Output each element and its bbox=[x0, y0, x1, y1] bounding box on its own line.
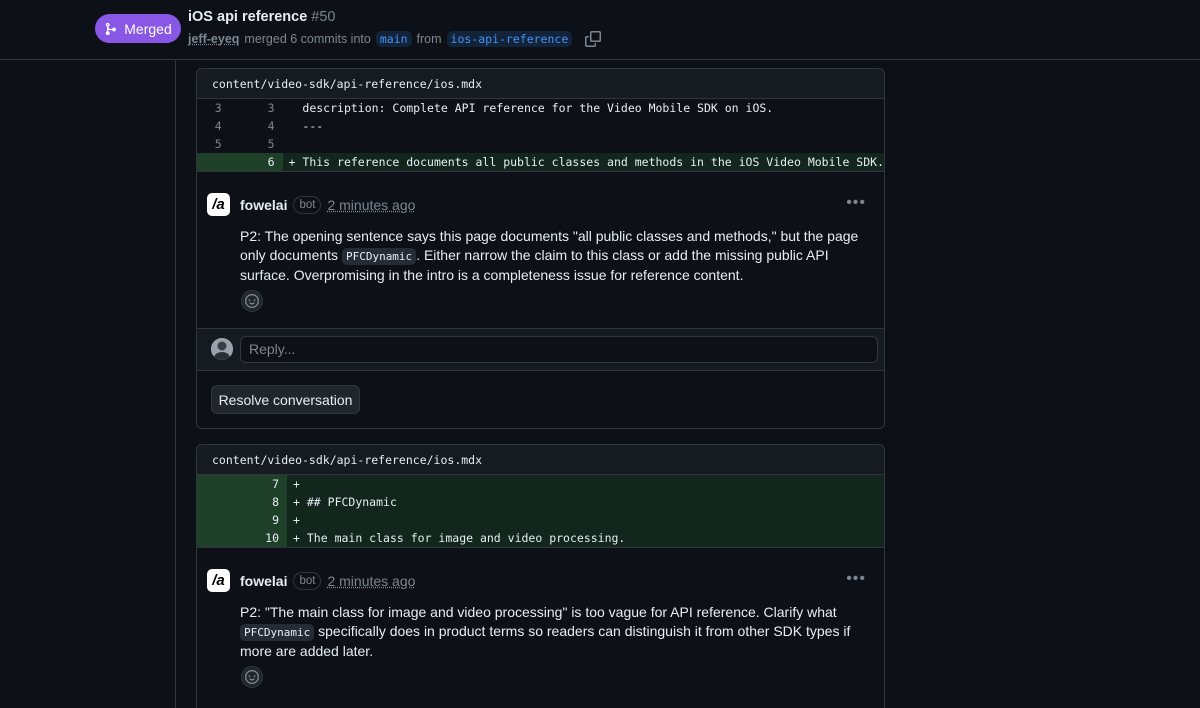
diff-code: + This reference documents all public cl… bbox=[283, 153, 884, 171]
diff-sign: + bbox=[293, 495, 300, 509]
comment-timestamp[interactable]: 2 minutes ago bbox=[327, 573, 415, 589]
review-comment: /a fowelai bot 2 minutes ago ••• P2: The… bbox=[197, 171, 884, 328]
old-line-number bbox=[197, 475, 242, 493]
new-line-number: 4 bbox=[267, 119, 275, 133]
review-comment: /a fowelai bot 2 minutes ago ••• P2: "Th… bbox=[197, 547, 884, 708]
diff-code: --- bbox=[283, 117, 884, 135]
diff-code bbox=[283, 135, 884, 153]
old-line-number: 3 bbox=[214, 101, 222, 115]
smiley-icon bbox=[245, 670, 259, 684]
merged-state-badge: Merged bbox=[95, 14, 181, 43]
add-reaction-button[interactable] bbox=[241, 666, 263, 688]
new-line-number: 3 bbox=[267, 101, 275, 115]
pr-title[interactable]: iOS api reference #50 bbox=[188, 9, 335, 25]
file-path[interactable]: content/video-sdk/api-reference/ios.mdx bbox=[212, 77, 482, 91]
diff-line: 4 4 --- bbox=[197, 117, 884, 135]
new-line-number: 6 bbox=[239, 153, 283, 171]
review-thread: content/video-sdk/api-reference/ios.mdx … bbox=[196, 444, 885, 708]
new-line-number: 8 bbox=[242, 493, 287, 511]
head-branch-label[interactable]: ios-api-reference bbox=[446, 31, 573, 47]
old-line-number bbox=[197, 153, 240, 171]
old-line-number bbox=[197, 511, 242, 529]
diff-line-added: 10 + The main class for image and video … bbox=[197, 529, 884, 547]
old-line-number bbox=[197, 493, 242, 511]
pr-author-link[interactable]: jeff-eyeq bbox=[188, 32, 239, 46]
resolve-conversation-button[interactable]: Resolve conversation bbox=[211, 385, 360, 414]
timeline-line bbox=[175, 60, 176, 708]
diff-line-added: 7 + bbox=[197, 475, 884, 493]
comment-header: fowelai bot 2 minutes ago bbox=[240, 572, 415, 590]
comment-text: P2: "The main class for image and video … bbox=[240, 604, 837, 620]
merged-text: merged 6 commits into bbox=[244, 32, 371, 46]
inline-code: PFCDynamic bbox=[240, 624, 315, 641]
diff-line-added: 6 + This reference documents all public … bbox=[197, 153, 884, 171]
diff-sign: + bbox=[293, 531, 300, 545]
copy-icon[interactable] bbox=[585, 31, 602, 47]
comment-body: P2: The opening sentence says this page … bbox=[240, 227, 860, 285]
git-merge-icon bbox=[106, 22, 117, 35]
comment-header: fowelai bot 2 minutes ago bbox=[240, 196, 415, 214]
diff-code-text: The main class for image and video proce… bbox=[306, 531, 626, 545]
diff-sign: + bbox=[288, 155, 296, 169]
old-line-number: 5 bbox=[214, 137, 222, 151]
file-path-header[interactable]: content/video-sdk/api-reference/ios.mdx bbox=[197, 69, 884, 99]
comment-body: P2: "The main class for image and video … bbox=[240, 603, 860, 661]
diff-code-text: --- bbox=[302, 119, 324, 133]
diff-code: + bbox=[287, 475, 884, 493]
bot-avatar[interactable]: /a bbox=[207, 569, 230, 592]
diff-code: + ## PFCDynamic bbox=[287, 493, 884, 511]
diff-code: + The main class for image and video pro… bbox=[287, 529, 884, 547]
diff-hunk: 3 3 description: Complete API reference … bbox=[197, 99, 884, 171]
base-branch-label[interactable]: main bbox=[375, 31, 412, 47]
old-line-number: 4 bbox=[214, 119, 222, 133]
file-path-header[interactable]: content/video-sdk/api-reference/ios.mdx bbox=[197, 445, 884, 475]
bot-badge: bot bbox=[293, 572, 322, 590]
diff-sign: + bbox=[293, 513, 300, 527]
diff-line: 5 5 bbox=[197, 135, 884, 153]
pr-number: #50 bbox=[311, 9, 336, 25]
comment-text: specifically does in product terms so re… bbox=[240, 623, 851, 659]
bot-avatar[interactable]: /a bbox=[207, 193, 230, 216]
diff-code: description: Complete API reference for … bbox=[283, 99, 884, 117]
diff-code-text: This reference documents all public clas… bbox=[302, 155, 884, 169]
bot-badge: bot bbox=[293, 196, 322, 214]
diff-sign bbox=[289, 137, 296, 151]
kebab-menu-icon[interactable]: ••• bbox=[846, 194, 866, 212]
reply-input[interactable]: Reply... bbox=[240, 336, 878, 363]
diff-sign bbox=[289, 119, 296, 133]
new-line-number: 5 bbox=[267, 137, 275, 151]
diff-code: + bbox=[287, 511, 884, 529]
comment-author[interactable]: fowelai bbox=[240, 197, 287, 213]
diff-line: 3 3 description: Complete API reference … bbox=[197, 99, 884, 117]
diff-line-added: 9 + bbox=[197, 511, 884, 529]
pr-title-text[interactable]: iOS api reference bbox=[188, 9, 307, 25]
user-avatar bbox=[211, 338, 233, 360]
add-reaction-button[interactable] bbox=[241, 290, 263, 312]
new-line-number: 10 bbox=[242, 529, 287, 547]
diff-code-text: description: Complete API reference for … bbox=[302, 101, 774, 115]
pr-sticky-header: Merged iOS api reference #50 jeff-eyeq me… bbox=[0, 0, 1200, 60]
new-line-number: 7 bbox=[242, 475, 287, 493]
diff-code-text: ## PFCDynamic bbox=[306, 495, 397, 509]
old-line-number bbox=[197, 529, 242, 547]
review-thread: content/video-sdk/api-reference/ios.mdx … bbox=[196, 68, 885, 429]
new-line-number: 9 bbox=[242, 511, 287, 529]
user-avatar-image bbox=[211, 338, 233, 360]
reply-row: Reply... bbox=[197, 328, 884, 371]
diff-sign bbox=[289, 101, 296, 115]
state-label: Merged bbox=[124, 20, 172, 37]
diff-sign: + bbox=[293, 477, 300, 491]
file-path[interactable]: content/video-sdk/api-reference/ios.mdx bbox=[212, 453, 482, 467]
from-text: from bbox=[416, 32, 442, 46]
diff-hunk: 7 + 8 + ## PFCDynamic 9 + 10 + The main … bbox=[197, 475, 884, 547]
inline-code: PFCDynamic bbox=[341, 248, 417, 265]
kebab-menu-icon[interactable]: ••• bbox=[846, 570, 866, 588]
comment-timestamp[interactable]: 2 minutes ago bbox=[327, 197, 415, 213]
pr-meta: jeff-eyeq merged 6 commits into main fro… bbox=[188, 31, 602, 47]
smiley-icon bbox=[245, 294, 259, 308]
comment-author[interactable]: fowelai bbox=[240, 573, 287, 589]
diff-line-added: 8 + ## PFCDynamic bbox=[197, 493, 884, 511]
